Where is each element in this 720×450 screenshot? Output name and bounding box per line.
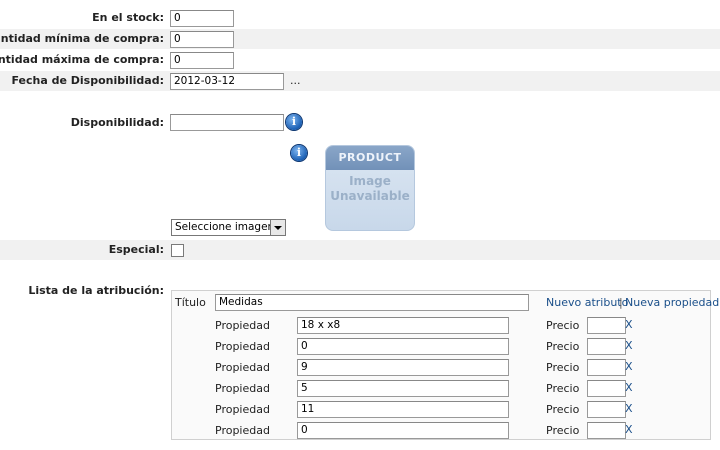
availability-input[interactable] [170,114,284,131]
remove-property-button[interactable]: X [625,423,633,436]
product-image-line2: Unavailable [330,189,410,203]
availability-label: Disponibilidad: [70,116,164,129]
property-label: Propiedad [215,424,270,437]
price-input[interactable] [587,359,626,376]
special-checkbox[interactable] [171,244,184,257]
remove-property-button[interactable]: X [625,360,633,373]
title-label: Título [175,296,206,309]
special-label: Especial: [108,243,164,256]
property-label: Propiedad [215,382,270,395]
attributes-label: Lista de la atribución: [28,284,164,297]
product-image-line1: Image [349,174,391,188]
price-input[interactable] [587,338,626,355]
stock-input[interactable]: 0 [170,10,234,27]
remove-property-button[interactable]: X [625,339,633,352]
product-image-placeholder: PRODUCT Image Unavailable [325,145,415,231]
property-label: Propiedad [215,403,270,416]
chevron-down-icon[interactable] [270,220,285,235]
price-input[interactable] [587,380,626,397]
info-icon[interactable]: i [286,114,302,130]
remove-property-button[interactable]: X [625,402,633,415]
min-qty-input[interactable]: 0 [170,31,234,48]
remove-property-button[interactable]: X [625,318,633,331]
link-separator: | [619,296,623,309]
product-image-header: PRODUCT [326,146,414,170]
price-label: Precio [546,361,580,374]
max-qty-label: Cantidad máxima de compra: [0,53,164,66]
property-label: Propiedad [215,361,270,374]
property-input[interactable]: 9 [297,359,509,376]
property-input[interactable]: 0 [297,338,509,355]
property-input[interactable]: 0 [297,422,509,439]
remove-property-button[interactable]: X [625,381,633,394]
price-input[interactable] [587,422,626,439]
image-info-icon[interactable]: i [291,145,307,161]
new-attribute-link[interactable]: Nuevo atributo [546,296,628,309]
price-label: Precio [546,424,580,437]
availability-date-label: Fecha de Disponibilidad: [11,74,164,87]
price-label: Precio [546,403,580,416]
min-qty-label: Cantidad mínima de compra: [0,32,164,45]
title-input[interactable]: Medidas [215,294,529,311]
image-select[interactable]: Seleccione imagen [171,219,286,236]
property-label: Propiedad [215,319,270,332]
stock-label: En el stock: [92,11,164,24]
availability-date-input[interactable]: 2012-03-12 [170,73,284,90]
property-input[interactable]: 11 [297,401,509,418]
image-select-value: Seleccione imagen [175,221,275,233]
new-property-link[interactable]: Nueva propiedad [625,296,719,309]
product-image-body: Image Unavailable [326,174,414,204]
price-input[interactable] [587,401,626,418]
property-label: Propiedad [215,340,270,353]
attributes-panel: Título Medidas Nuevo atributo | Nueva pr… [171,290,719,440]
max-qty-input[interactable]: 0 [170,52,234,69]
property-input[interactable]: 5 [297,380,509,397]
property-input[interactable]: 18 x x8 [297,317,509,334]
price-label: Precio [546,340,580,353]
date-picker-button[interactable]: ... [290,74,301,87]
price-label: Precio [546,319,580,332]
price-input[interactable] [587,317,626,334]
price-label: Precio [546,382,580,395]
